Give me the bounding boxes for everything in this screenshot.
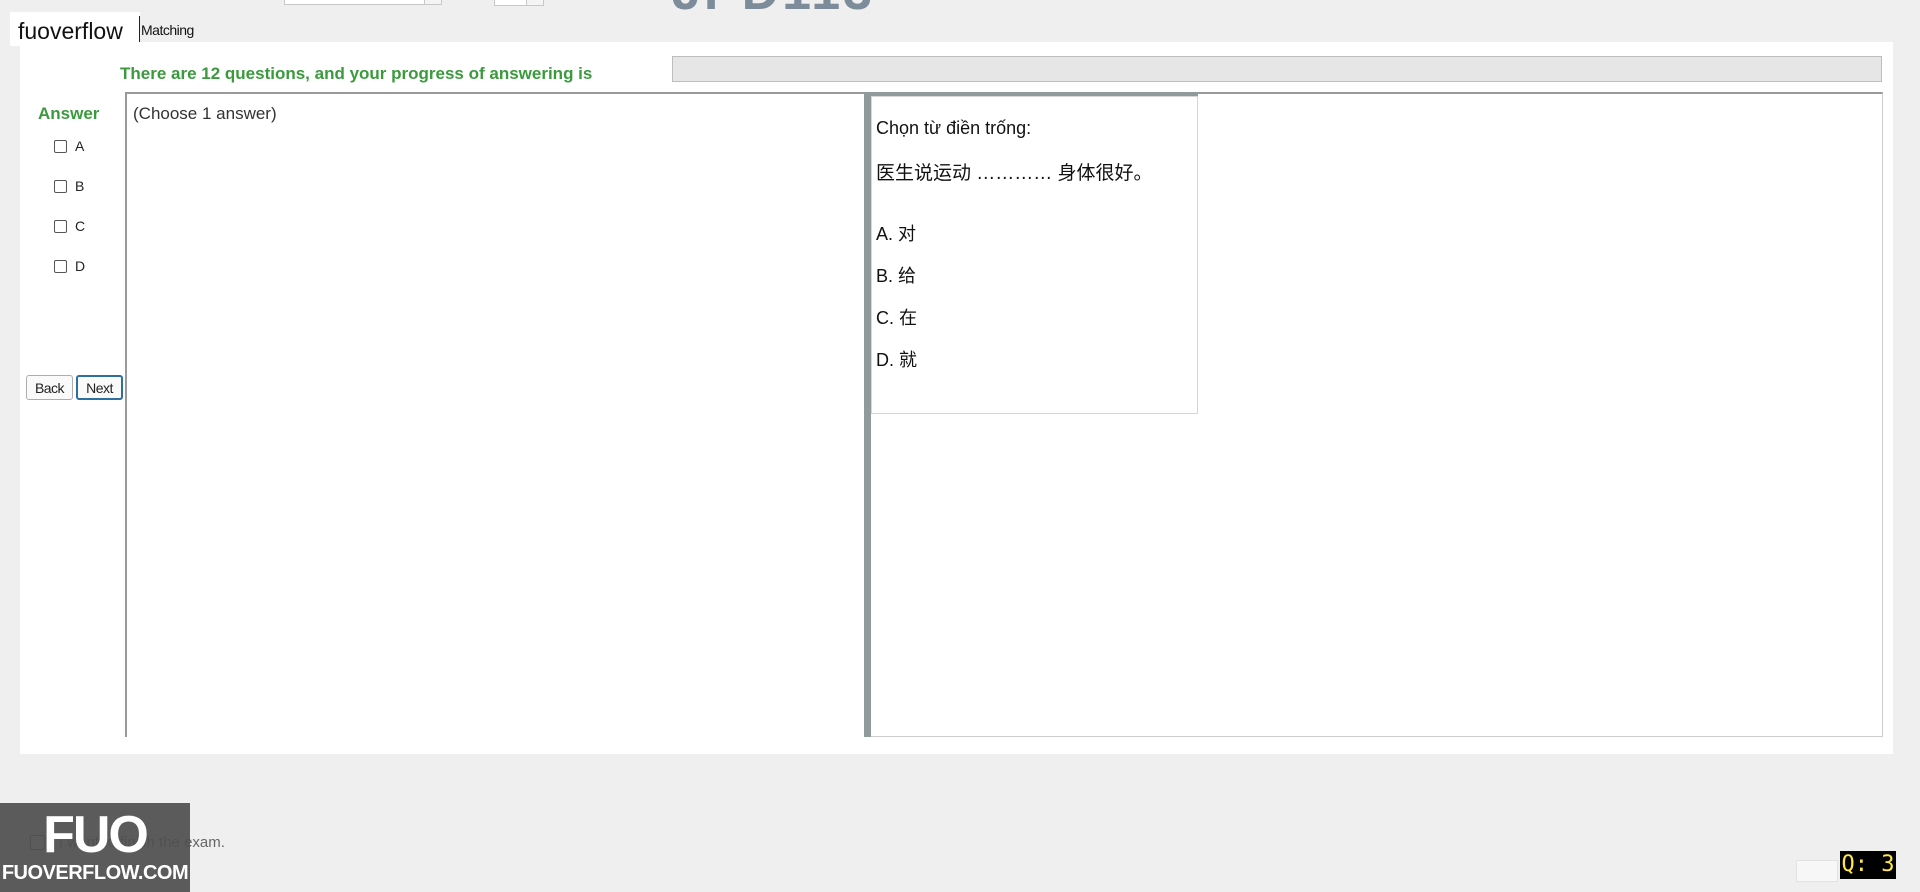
answer-option-label: C (75, 218, 86, 234)
progress-bar (672, 56, 1882, 82)
exam-selector-field[interactable] (284, 0, 442, 5)
question-sentence: 医生说运动 ………… 身体很好。 (876, 163, 1153, 184)
answer-option-label: D (75, 258, 86, 274)
answer-option-label: B (75, 178, 85, 194)
question-box (871, 96, 1198, 414)
tab-matching[interactable]: Matching (141, 22, 194, 38)
question-option-d: D. 就 (876, 350, 918, 370)
question-option-c: C. 在 (876, 308, 918, 328)
progress-text: There are 12 questions, and your progres… (120, 64, 593, 83)
next-button[interactable]: Next (76, 375, 123, 400)
question-option-a: A. 对 (876, 224, 917, 244)
font-size-field[interactable] (494, 0, 544, 6)
chevron-down-icon[interactable] (424, 0, 441, 4)
question-counter: Q: 3 (1840, 851, 1896, 879)
exam-code: JPD113 (672, 0, 875, 18)
answer-option-b[interactable]: B (54, 178, 84, 194)
checkbox[interactable] (54, 179, 67, 193)
watermark-top: fuoverflow (10, 12, 140, 46)
answer-pane: (Choose 1 answer) (125, 92, 865, 737)
back-button[interactable]: Back (26, 375, 73, 400)
footer-field[interactable] (1796, 860, 1838, 882)
choose-hint: (Choose 1 answer) (133, 104, 277, 123)
checkbox[interactable] (54, 219, 67, 233)
answer-option-c[interactable]: C (54, 218, 85, 234)
answer-option-label: A (75, 138, 85, 154)
watermark-bottom: FUO FUOVERFLOW.COM (0, 803, 190, 892)
question-option-b: B. 给 (876, 266, 917, 286)
watermark-logo: FUO (43, 806, 149, 864)
answer-option-a[interactable]: A (54, 138, 84, 154)
chevron-down-icon[interactable] (526, 0, 543, 5)
checkbox[interactable] (54, 259, 67, 273)
pane-splitter[interactable] (864, 92, 871, 737)
answer-option-d[interactable]: D (54, 258, 85, 274)
question-instruction: Chọn từ điền trống: (876, 118, 1032, 138)
answer-label: Answer (38, 104, 100, 123)
checkbox[interactable] (54, 139, 67, 153)
watermark-site: FUOVERFLOW.COM (1, 862, 189, 884)
